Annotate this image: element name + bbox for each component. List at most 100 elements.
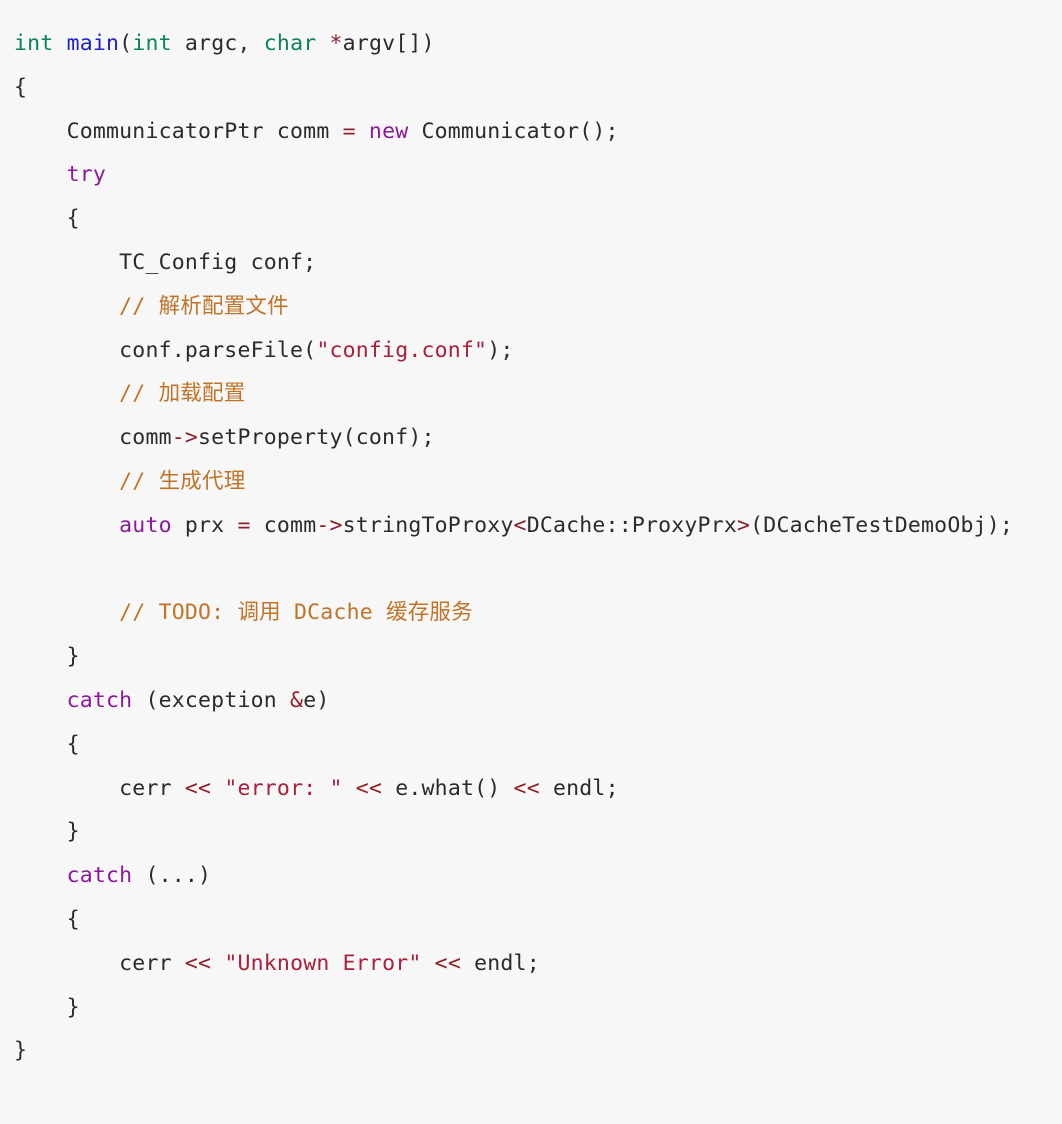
code-line: {	[14, 723, 1054, 767]
code-token-fn: main	[66, 31, 120, 56]
code-token-plain: (DCacheTestDemoObj);	[750, 512, 1014, 538]
code-token-plain: prx	[171, 512, 238, 538]
code-token-op: >	[737, 512, 751, 538]
code-token-plain: comm	[250, 512, 317, 538]
code-token-plain: }	[66, 644, 80, 670]
code-token-op: *	[329, 31, 343, 56]
code-line: catch (exception &e)	[14, 679, 1054, 723]
code-token-op: <<	[434, 950, 461, 976]
code-token-plain: argc,	[171, 31, 264, 56]
code-token-plain: );	[487, 337, 514, 363]
code-line: conf.parseFile("config.conf");	[14, 329, 1054, 373]
code-line: comm->setProperty(conf);	[14, 416, 1054, 460]
code-line: // 加载配置	[14, 372, 1054, 416]
code-token-comment: // 解析配置文件	[119, 293, 289, 319]
code-line: {	[14, 66, 1054, 110]
code-line: auto prx = comm->stringToProxy<DCache::P…	[14, 504, 1054, 548]
code-token-plain: (...)	[132, 863, 212, 889]
code-line: catch (...)	[14, 854, 1054, 898]
code-token-plain: CommunicatorPtr comm	[66, 118, 343, 144]
code-token-plain: comm	[119, 425, 172, 451]
code-token-op: <<	[184, 950, 212, 976]
code-token-plain: endl;	[539, 775, 619, 801]
code-token-plain: TC_Config conf;	[119, 249, 317, 275]
code-line: CommunicatorPtr comm = new Communicator(…	[14, 110, 1054, 154]
code-token-comment: // TODO: 调用 DCache 缓存服务	[119, 600, 473, 626]
code-line: TC_Config conf;	[14, 241, 1054, 285]
code-token-plain: (	[119, 31, 133, 56]
code-token-plain: DCache::ProxyPrx	[526, 512, 737, 538]
code-line: }	[14, 1029, 1054, 1073]
code-line: cerr << "Unknown Error" << endl;	[14, 942, 1054, 986]
code-token-kw: catch	[66, 687, 133, 713]
code-token-op: <<	[355, 775, 383, 801]
code-line: {	[14, 898, 1054, 942]
code-line: // TODO: 调用 DCache 缓存服务	[14, 591, 1054, 635]
code-line: {	[14, 197, 1054, 241]
code-token-str: "config.conf"	[316, 337, 488, 363]
code-token-op: <<	[184, 775, 212, 801]
code-token-plain: e.what()	[382, 775, 514, 801]
code-line: }	[14, 635, 1054, 679]
code-token-op: =	[237, 512, 251, 538]
code-token-kw: catch	[66, 863, 133, 889]
code-token-plain: e)	[303, 687, 330, 713]
code-line: }	[14, 986, 1054, 1030]
code-token-op: <<	[513, 775, 540, 801]
code-block: int main(int argc, char *argv[]) { Commu…	[0, 0, 1062, 1124]
code-token-comment: // 加载配置	[119, 381, 246, 407]
code-line: int main(int argc, char *argv[])	[14, 22, 1054, 66]
code-token-plain: Communicator();	[408, 118, 619, 144]
code-token-plain: argv[])	[342, 31, 435, 56]
code-line: // 解析配置文件	[14, 285, 1054, 329]
code-token-comment: // 生成代理	[119, 468, 246, 494]
code-token-plain: {	[66, 906, 80, 932]
code-token-op: ->	[316, 512, 343, 538]
code-token-plain: }	[66, 994, 80, 1020]
code-token-kw: auto	[119, 512, 172, 538]
code-line: try	[14, 153, 1054, 197]
code-token-op: =	[342, 118, 356, 144]
code-token-type: char	[263, 31, 317, 56]
code-token-kw: new	[368, 118, 409, 144]
code-token-op: <	[513, 512, 527, 538]
code-token-str: "error: "	[224, 775, 343, 801]
code-token-plain: }	[14, 1038, 28, 1064]
code-token-plain: endl;	[460, 950, 540, 976]
code-token-kw: try	[66, 162, 107, 188]
code-token-type: int	[14, 31, 54, 56]
code-token-op: &	[290, 687, 304, 713]
code-token-plain: {	[66, 731, 80, 757]
code-token-plain: setProperty(conf);	[198, 425, 435, 451]
code-token-str: "Unknown Error"	[224, 950, 422, 976]
code-token-plain: {	[14, 74, 28, 100]
code-line: // 生成代理	[14, 460, 1054, 504]
code-line: }	[14, 810, 1054, 854]
code-token-plain: stringToProxy	[342, 512, 514, 538]
code-token-op: ->	[171, 425, 199, 451]
code-token-plain: cerr	[119, 775, 185, 801]
